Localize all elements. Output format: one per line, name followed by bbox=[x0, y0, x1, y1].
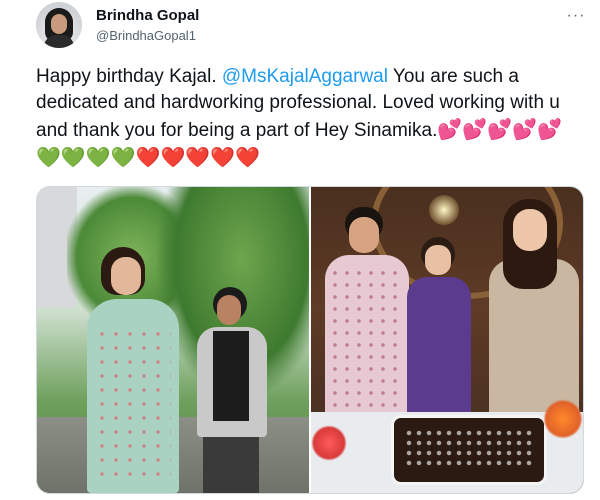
mention-link[interactable]: @MsKajalAggarwal bbox=[222, 66, 388, 87]
tweet-text: Happy birthday Kajal. @MsKajalAggarwal Y… bbox=[36, 64, 584, 172]
photo-right-image[interactable] bbox=[311, 187, 583, 493]
photo-left-image[interactable] bbox=[37, 187, 309, 493]
tweet-text-prefix: Happy birthday Kajal. bbox=[36, 66, 222, 87]
tweet-header: Brindha Gopal @BrindhaGopal1 ··· bbox=[36, 2, 586, 48]
tweet-card: Brindha Gopal @BrindhaGopal1 ··· Happy b… bbox=[22, 0, 600, 500]
author-name[interactable]: Brindha Gopal bbox=[96, 7, 199, 24]
author-handle[interactable]: @BrindhaGopal1 bbox=[96, 28, 196, 43]
tweet-media[interactable] bbox=[36, 186, 584, 494]
author-avatar[interactable] bbox=[36, 2, 82, 48]
more-options-icon[interactable]: ··· bbox=[566, 7, 586, 24]
